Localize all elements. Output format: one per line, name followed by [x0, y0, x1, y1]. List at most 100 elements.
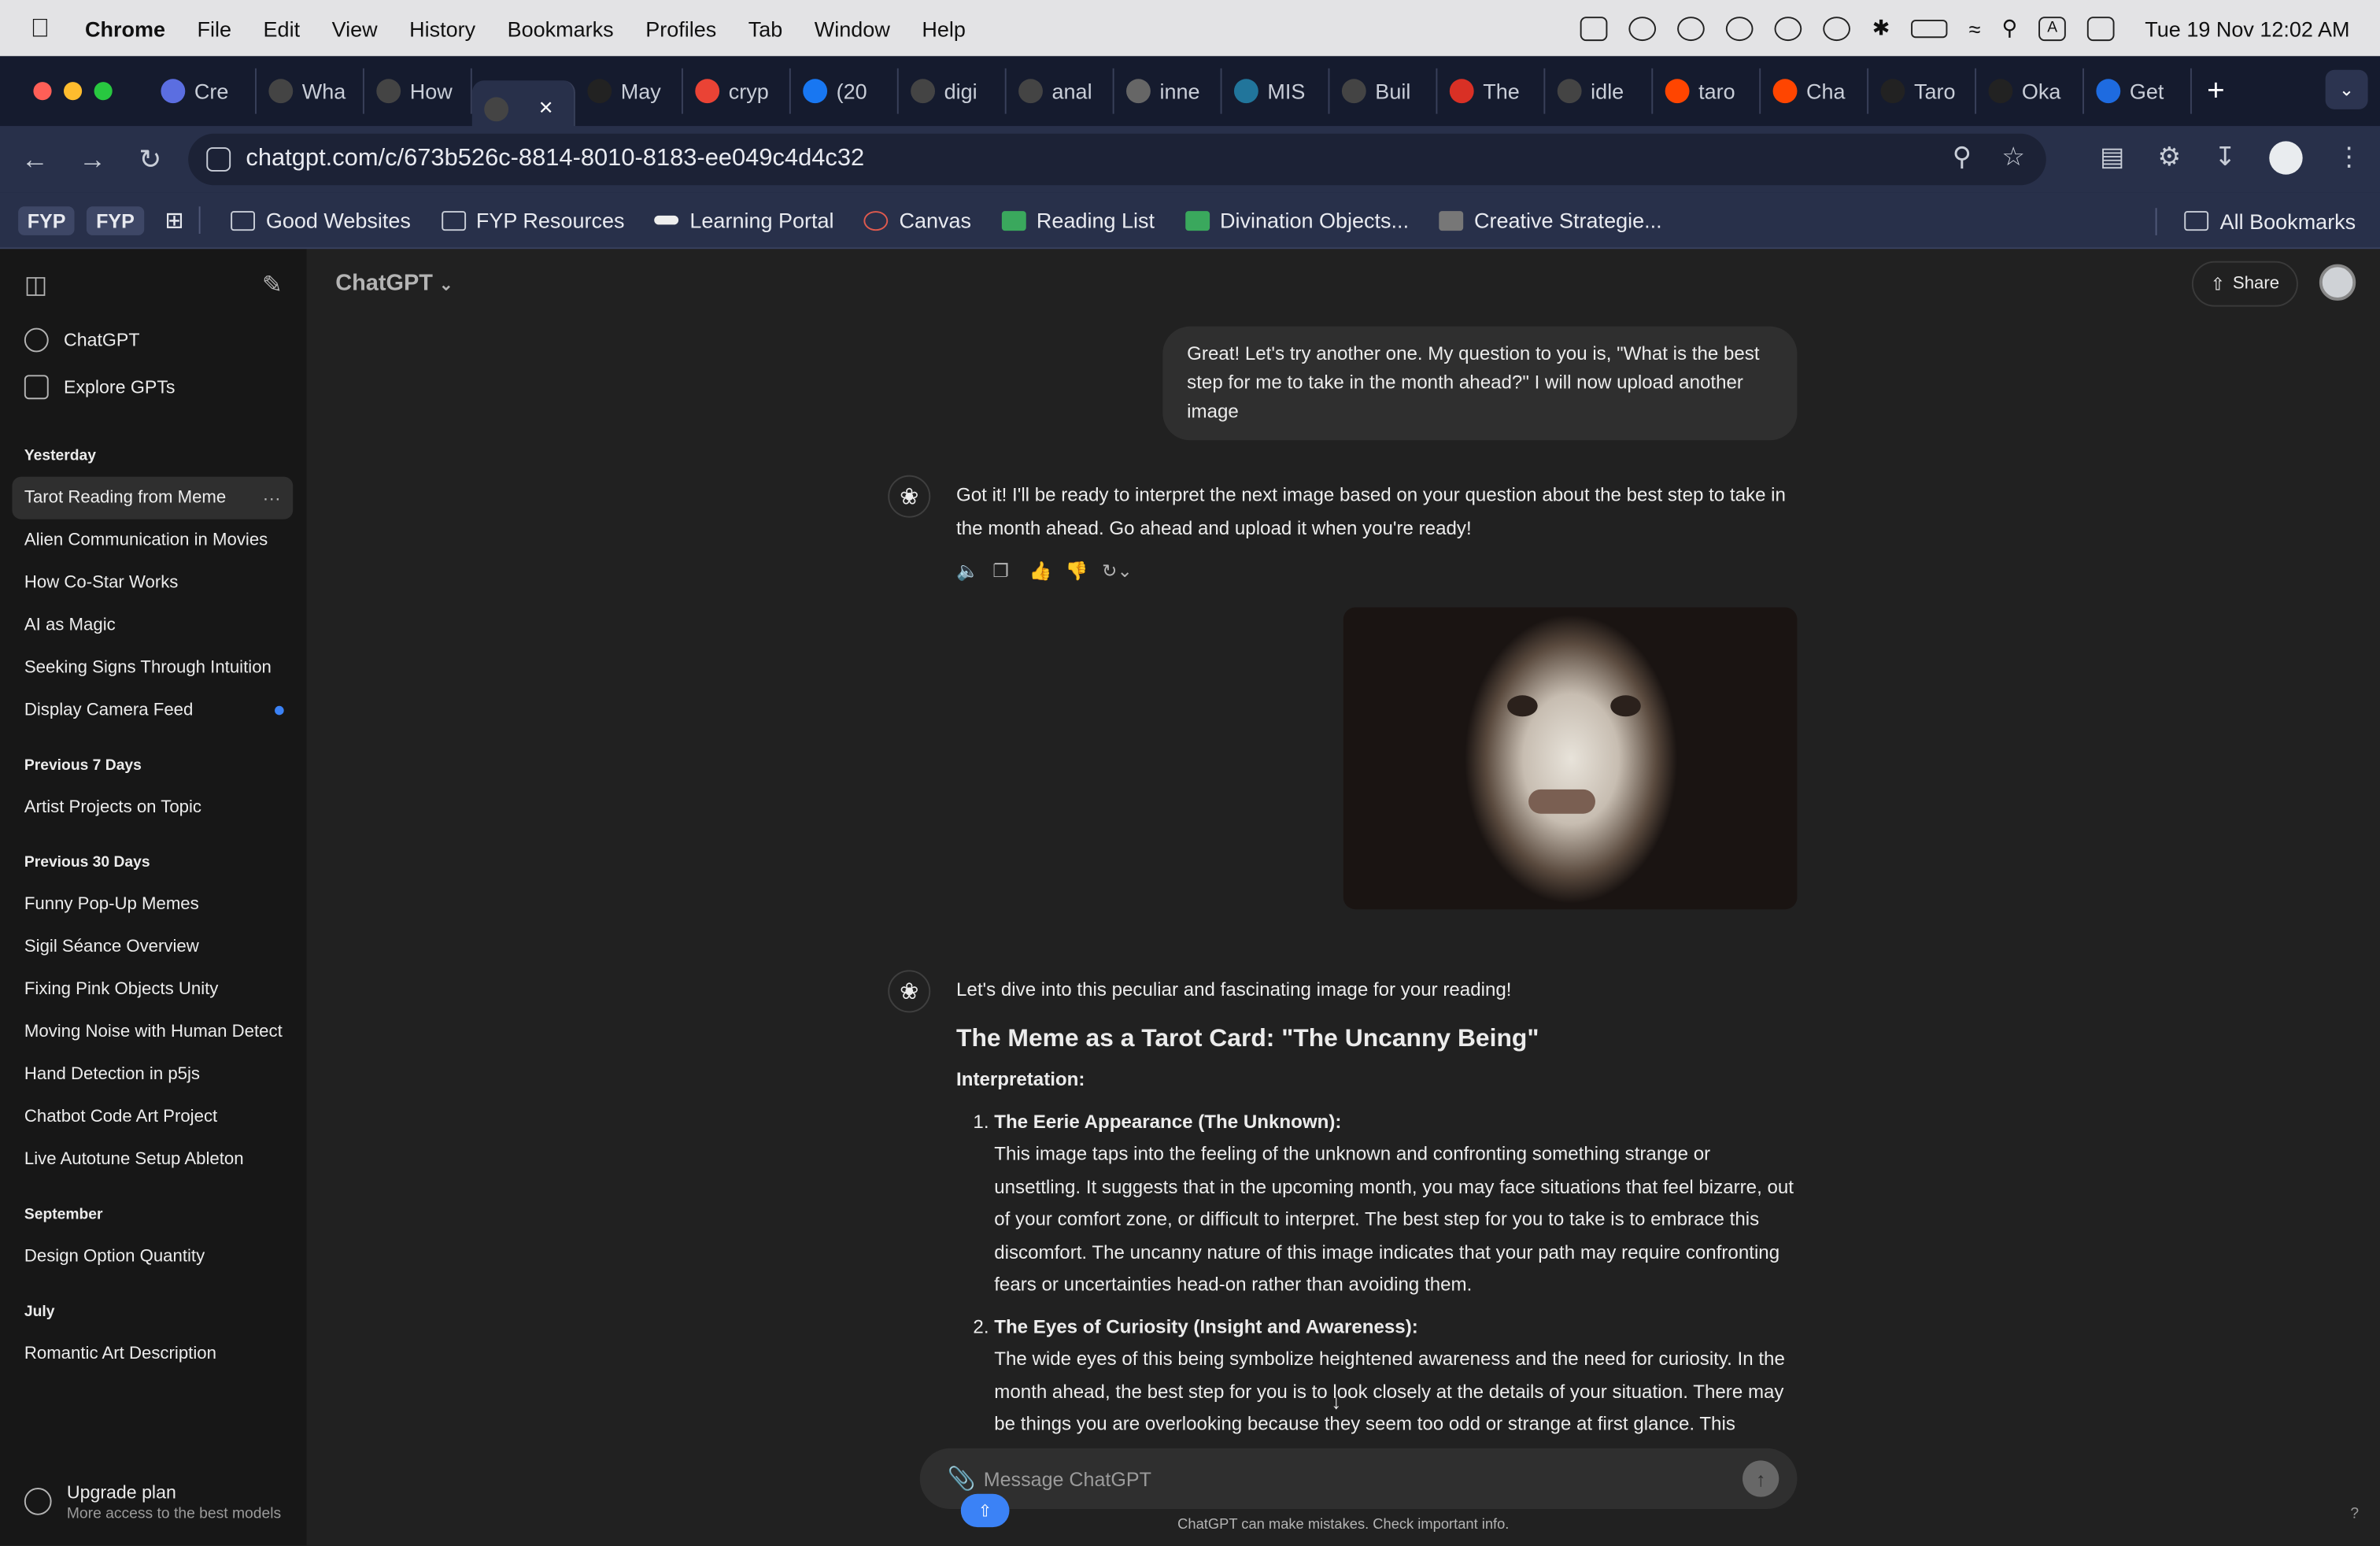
browser-tab[interactable]: The [1437, 68, 1546, 114]
menu-file[interactable]: File [198, 16, 232, 40]
site-info-icon[interactable] [206, 147, 231, 172]
browser-tab[interactable]: inne [1114, 68, 1222, 114]
browser-tab[interactable]: MIS [1222, 68, 1330, 114]
bookmark-fyp-resources[interactable]: FYP Resources [441, 208, 624, 232]
read-aloud-icon[interactable]: 🔈 [956, 560, 979, 582]
battery-extension-icon[interactable] [1775, 16, 1803, 41]
browser-tab[interactable]: Cre [149, 68, 257, 114]
sidebar-chat-item[interactable]: Seeking Signs Through Intuition [12, 647, 293, 690]
sidebar-chat-item[interactable]: Moving Noise with Human Detect [12, 1011, 293, 1053]
sidebar-chat-item[interactable]: Fixing Pink Objects Unity [12, 968, 293, 1011]
chrome-menu-icon[interactable]: ⋮ [2336, 142, 2362, 173]
bookmark-canvas[interactable]: Canvas [864, 208, 971, 232]
reading-mode-icon[interactable]: ▤ [2100, 142, 2124, 173]
menu-window[interactable]: Window [815, 16, 890, 40]
bookmark-fyp-2[interactable]: FYP [87, 205, 144, 235]
input-source-icon[interactable]: A [2038, 16, 2067, 41]
reload-button[interactable]: ↻ [121, 143, 179, 176]
bookmark-learning-portal[interactable]: Learning Portal [655, 208, 834, 232]
control-center-icon[interactable] [2087, 16, 2115, 41]
scroll-down-icon[interactable]: ↓ [1331, 1391, 1341, 1414]
sidebar-chat-item[interactable]: Tarot Reading from Meme ··· [12, 476, 294, 520]
sidebar-chat-item[interactable]: Funny Pop-Up Memes [12, 883, 293, 926]
share-button[interactable]: ⇧ Share [2191, 261, 2298, 307]
new-chat-icon[interactable]: ✎ [262, 270, 283, 301]
close-window-button[interactable] [33, 82, 52, 101]
sidebar-chat-item[interactable]: Sigil Séance Overview [12, 926, 293, 968]
url-text[interactable]: chatgpt.com/c/673b526c-8814-8010-8183-ee… [246, 146, 864, 173]
bookmark-reading-list[interactable]: Reading List [1001, 208, 1155, 232]
sidebar-link-explore-gpts[interactable]: Explore GPTs [24, 375, 175, 400]
more-options-icon[interactable]: ··· [263, 487, 281, 509]
menu-tab[interactable]: Tab [748, 16, 783, 40]
bookmark-divination-objects[interactable]: Divination Objects... [1184, 208, 1409, 232]
browser-tab[interactable]: anal [1007, 68, 1114, 114]
uploaded-image[interactable] [1343, 607, 1798, 910]
downloads-icon[interactable]: ↧ [2214, 142, 2235, 173]
app-status-icon[interactable] [1580, 16, 1609, 41]
sidebar-chat-item[interactable]: Artist Projects on Topic [12, 786, 293, 829]
minimize-window-button[interactable] [64, 82, 83, 101]
close-tab-icon[interactable]: × [539, 96, 553, 124]
user-avatar[interactable] [2319, 264, 2356, 301]
help-button[interactable]: ? [2350, 1506, 2359, 1522]
browser-tab[interactable]: Taro [1868, 68, 1977, 114]
wifi-icon[interactable]: ≈ [1969, 16, 1981, 40]
spotlight-search-icon[interactable]: ⚲ [2001, 15, 2017, 41]
composer-input[interactable]: Message ChatGPT [984, 1467, 1151, 1490]
browser-tab[interactable]: May [575, 68, 683, 114]
browser-tab[interactable]: Get [2084, 68, 2192, 114]
sidebar-chat-item[interactable]: AI as Magic [12, 605, 293, 647]
sidebar-chat-item[interactable]: Romantic Art Description [12, 1333, 293, 1375]
sidebar-link-chatgpt[interactable]: ChatGPT [24, 327, 139, 353]
browser-tab[interactable]: Cha [1761, 68, 1869, 114]
browser-tab[interactable]: Oka [1976, 68, 2084, 114]
model-selector[interactable]: ChatGPT ⌄ [335, 270, 453, 296]
apple-icon[interactable]:  [31, 13, 58, 43]
menu-help[interactable]: Help [922, 16, 966, 40]
menu-app-name[interactable]: Chrome [85, 16, 165, 40]
new-tab-button[interactable]: + [2207, 74, 2225, 109]
browser-tab[interactable]: Wha [257, 68, 364, 114]
creative-cloud-icon[interactable] [1677, 16, 1706, 41]
menu-bookmarks[interactable]: Bookmarks [508, 16, 614, 40]
attach-icon[interactable]: 📎 [947, 1465, 975, 1492]
sidebar-chat-item[interactable]: Design Option Quantity [12, 1236, 293, 1278]
browser-tab[interactable]: (20 [791, 68, 899, 114]
send-button[interactable]: ↑ [1743, 1460, 1779, 1497]
thumbs-down-icon[interactable]: 👎 [1066, 560, 1088, 582]
forward-button[interactable]: → [64, 143, 121, 176]
play-status-icon[interactable] [1824, 16, 1851, 41]
all-bookmarks-button[interactable]: All Bookmarks [2139, 193, 2356, 249]
menu-clock[interactable]: Tue 19 Nov 12:02 AM [2145, 16, 2349, 40]
sidebar-chat-item[interactable]: Hand Detection in p5js [12, 1053, 293, 1096]
profile-avatar[interactable] [2269, 141, 2303, 175]
sidebar-chat-item[interactable]: Alien Communication in Movies [12, 520, 293, 562]
bluetooth-icon[interactable]: ✱ [1872, 15, 1890, 41]
apps-grid-icon[interactable]: ⊞ [164, 206, 183, 234]
zoom-window-button[interactable] [94, 82, 113, 101]
battery-icon[interactable] [1911, 19, 1948, 38]
address-bar[interactable]: chatgpt.com/c/673b526c-8814-8010-8183-ee… [188, 133, 2046, 186]
menu-view[interactable]: View [332, 16, 378, 40]
globe-status-icon[interactable] [1726, 16, 1754, 41]
browser-tab[interactable]: cryp [683, 68, 791, 114]
sidebar-chat-item[interactable]: Chatbot Code Art Project [12, 1096, 293, 1138]
browser-tab[interactable]: digi [899, 68, 1007, 114]
sidebar-chat-item[interactable]: How Co-Star Works [12, 562, 293, 605]
menu-edit[interactable]: Edit [264, 16, 301, 40]
bookmark-creative-strategies[interactable]: Creative Strategie... [1439, 208, 1662, 232]
bookmark-star-icon[interactable]: ☆ [2001, 142, 2024, 173]
copy-icon[interactable]: ❐ [992, 560, 1012, 582]
bookmark-fyp-1[interactable]: FYP [18, 205, 76, 235]
browser-tab[interactable]: taro [1653, 68, 1761, 114]
toggle-sidebar-icon[interactable]: ◫ [24, 270, 47, 301]
message-composer[interactable]: 📎 Message ChatGPT ↑ [919, 1448, 1798, 1510]
tab-search-button[interactable]: ⌄ [2325, 69, 2368, 109]
browser-tab[interactable]: idle [1545, 68, 1654, 114]
menu-profiles[interactable]: Profiles [645, 16, 716, 40]
sidebar-chat-item[interactable]: Display Camera Feed [12, 690, 293, 732]
browser-tab[interactable]: How [364, 68, 472, 114]
extensions-icon[interactable]: ⚙ [2158, 142, 2181, 173]
sidebar-chat-item[interactable]: Live Autotune Setup Ableton [12, 1138, 293, 1181]
